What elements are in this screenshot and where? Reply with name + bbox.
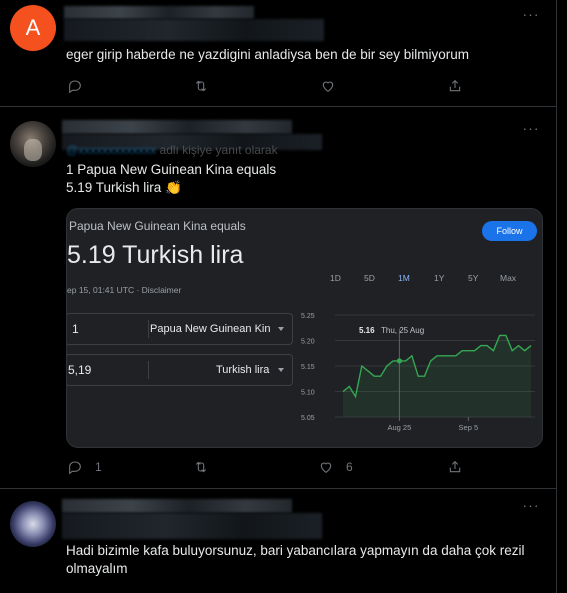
tweet-actions: 1 6 (0, 457, 556, 477)
author-handle-blurred[interactable] (62, 513, 322, 539)
share-button[interactable] (447, 457, 463, 477)
more-options-icon[interactable]: ··· (522, 498, 540, 515)
avatar[interactable] (10, 501, 56, 547)
more-options-icon[interactable]: ··· (522, 121, 540, 138)
tooltip-value: 5.16 (359, 326, 375, 335)
reply-button[interactable] (67, 76, 83, 96)
tweet[interactable]: ··· Hadi bizimle kafa buluyorsunuz, bari… (0, 489, 556, 593)
author-handle-blurred[interactable] (64, 19, 324, 41)
tweet[interactable]: A ··· eger girip haberde ne yazdigini an… (0, 0, 556, 107)
y-tick-label: 5.10 (301, 390, 315, 397)
follow-button[interactable]: Follow (482, 221, 537, 241)
column-border (556, 0, 557, 593)
from-amount-field[interactable]: 1 Papua New Guinean Kin (67, 313, 293, 345)
y-tick-label: 5.05 (301, 415, 315, 422)
from-currency-select[interactable]: Papua New Guinean Kin (150, 323, 270, 335)
converter-timestamp: ep 15, 01:41 UTC · Disclaimer (67, 285, 182, 295)
rate-chart[interactable]: 5.25 5.20 5.15 5.10 5.05 Aug 25 Sep 5 5.16 Thu… (299, 307, 539, 437)
tweet-text: eger girip haberde ne yazdigini anladiys… (66, 47, 469, 62)
reply-to-label: adlı kişiye yanıt olarak (159, 143, 278, 157)
x-tick-label: Aug 25 (388, 423, 412, 432)
tweet-text-line1: 1 Papua New Guinean Kina equals (66, 162, 277, 177)
converter-header: Papua New Guinean Kina equals (69, 219, 246, 233)
avatar-letter: A (25, 15, 41, 40)
range-tab-1y[interactable]: 1Y (434, 273, 444, 283)
dropdown-arrow-icon (278, 327, 284, 331)
from-amount-value: 1 (72, 322, 79, 336)
dropdown-arrow-icon (278, 368, 284, 372)
tweet-text-line2: 5.19 Turkish lira 👏 (66, 180, 182, 195)
retweet-button[interactable] (193, 457, 209, 477)
share-icon (449, 460, 461, 473)
author-name-blurred[interactable] (64, 6, 254, 19)
rate-area (343, 335, 531, 417)
like-button[interactable] (320, 76, 336, 96)
reply-button[interactable]: 1 (67, 457, 102, 477)
field-divider (148, 361, 149, 379)
x-tick-label: Sep 5 (459, 423, 479, 432)
avatar-portrait (24, 139, 42, 161)
share-icon (449, 79, 461, 92)
reply-icon (69, 461, 81, 475)
retweet-icon (195, 80, 207, 92)
range-tab-5d[interactable]: 5D (364, 273, 375, 283)
y-tick-label: 5.25 (301, 313, 315, 320)
retweet-button[interactable] (193, 76, 209, 96)
author-name-blurred[interactable] (62, 120, 292, 134)
like-button[interactable]: 6 (318, 457, 353, 477)
heart-icon (322, 81, 334, 92)
y-tick-label: 5.15 (301, 364, 315, 371)
range-tab-1m[interactable]: 1M (398, 273, 410, 283)
tooltip-date: Thu, 25 Aug (381, 326, 424, 335)
range-tab-5y[interactable]: 5Y (468, 273, 478, 283)
reply-count: 1 (95, 460, 102, 474)
more-options-icon[interactable]: ··· (522, 7, 540, 24)
retweet-icon (195, 461, 207, 473)
share-button[interactable] (447, 76, 463, 96)
field-divider (148, 320, 149, 338)
tweet-text: Hadi bizimle kafa buluyorsunuz, bari yab… (66, 543, 529, 576)
reply-to-line: @xxxxxxxxxxxxx adlı kişiye yanıt olarak (66, 143, 326, 157)
author-name-blurred[interactable] (62, 499, 292, 513)
to-amount-value: 5,19 (68, 363, 92, 377)
converter-result: 5.19 Turkish lira (67, 241, 244, 269)
y-tick-label: 5.20 (301, 339, 315, 346)
range-tab-1d[interactable]: 1D (330, 273, 341, 283)
reply-icon (69, 80, 81, 94)
tweet-media-image[interactable]: Papua New Guinean Kina equals 5.19 Turki… (66, 208, 543, 448)
range-tab-max[interactable]: Max (500, 273, 516, 283)
avatar[interactable] (10, 121, 56, 167)
heart-icon (320, 462, 332, 473)
to-currency-select[interactable]: Turkish lira (216, 364, 276, 376)
timeline: A ··· eger girip haberde ne yazdigini an… (0, 0, 556, 593)
tweet-actions (0, 76, 556, 96)
hover-point (396, 358, 402, 364)
reply-handle-mention[interactable]: @xxxxxxxxxxxxx (66, 143, 156, 157)
avatar[interactable]: A (10, 5, 56, 51)
to-amount-field[interactable]: 5,19 Turkish lira (67, 354, 293, 386)
like-count: 6 (346, 460, 353, 474)
